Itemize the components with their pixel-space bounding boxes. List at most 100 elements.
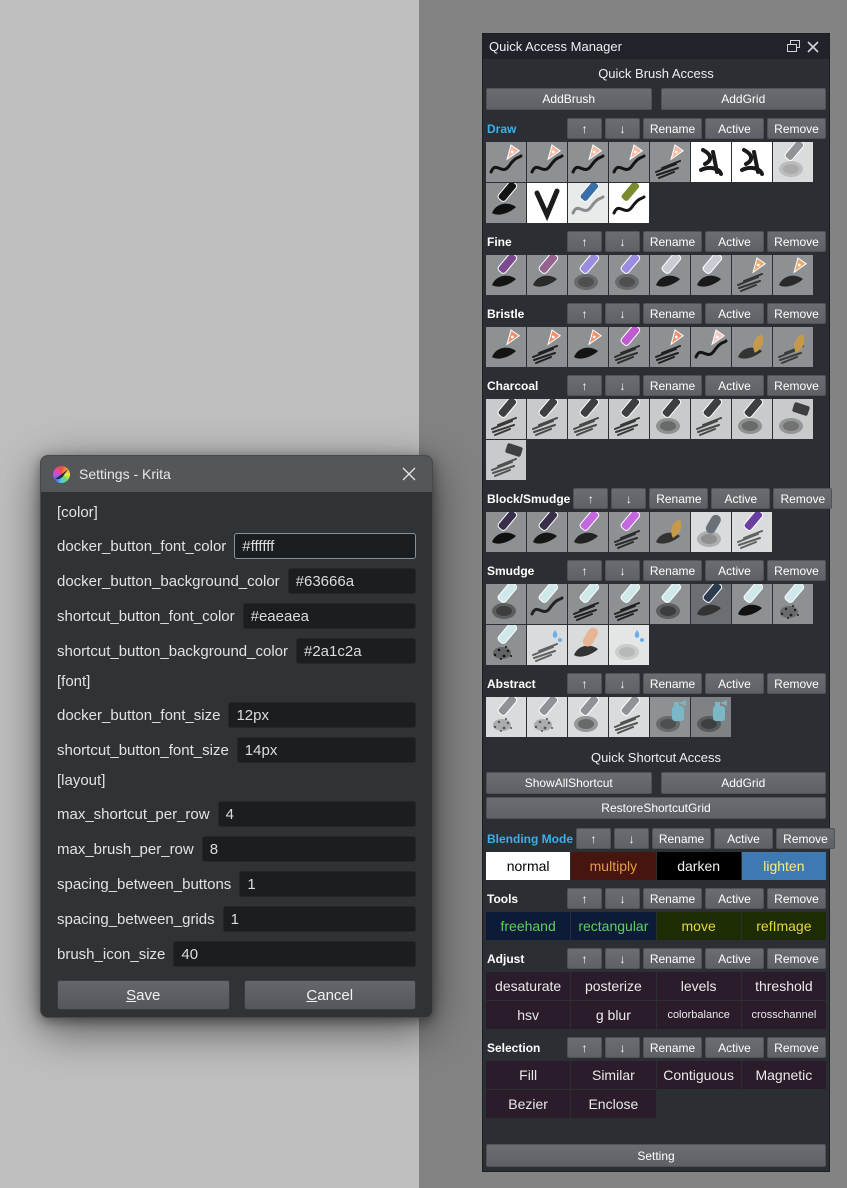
group-remove-button[interactable]: Remove xyxy=(767,375,826,396)
group-active-button[interactable]: Active xyxy=(705,673,764,694)
shortcut-button[interactable]: multiply xyxy=(571,852,656,880)
group-active-button[interactable]: Active xyxy=(711,488,771,509)
brush-tile[interactable] xyxy=(732,584,772,624)
group-active-button[interactable]: Active xyxy=(705,118,764,139)
group-active-button[interactable]: Active xyxy=(705,231,764,252)
group-active-button[interactable]: Active xyxy=(705,888,764,909)
brush-tile[interactable] xyxy=(650,512,690,552)
brush-tile[interactable] xyxy=(650,142,690,182)
brush-tile[interactable] xyxy=(691,255,731,295)
shortcut-button[interactable]: Contiguous xyxy=(656,1061,741,1089)
docker_button_font_color-input[interactable] xyxy=(234,533,416,559)
group-active-button[interactable]: Active xyxy=(705,1037,764,1058)
brush-tile[interactable] xyxy=(568,697,608,737)
shortcut_button_font_color-input[interactable] xyxy=(242,603,416,629)
shortcut-button[interactable]: g blur xyxy=(571,1001,656,1029)
add-shortcut-grid-button[interactable]: AddGrid xyxy=(660,772,826,794)
cancel-button[interactable]: Cancel xyxy=(243,980,416,1010)
group-up-button[interactable]: ↑ xyxy=(567,118,602,139)
shortcut-button[interactable]: lighten xyxy=(741,852,826,880)
brush-tile[interactable] xyxy=(732,399,772,439)
group-up-button[interactable]: ↑ xyxy=(567,375,602,396)
brush-tile[interactable] xyxy=(691,399,731,439)
group-up-button[interactable]: ↑ xyxy=(567,303,602,324)
max_shortcut_per_row-input[interactable] xyxy=(217,801,416,827)
brush-tile[interactable] xyxy=(527,399,567,439)
brush-tile[interactable] xyxy=(527,584,567,624)
group-active-button[interactable]: Active xyxy=(705,560,764,581)
brush-tile[interactable] xyxy=(650,584,690,624)
brush-tile[interactable] xyxy=(773,584,813,624)
brush-tile[interactable] xyxy=(773,399,813,439)
shortcut-button[interactable]: normal xyxy=(486,852,571,880)
shortcut-button[interactable]: Enclose xyxy=(571,1090,656,1118)
shortcut-button[interactable]: desaturate xyxy=(486,972,571,1000)
brush-tile[interactable] xyxy=(691,142,731,182)
brush-tile[interactable] xyxy=(527,625,567,665)
brush-tile[interactable] xyxy=(609,327,649,367)
brush-tile[interactable] xyxy=(609,512,649,552)
group-rename-button[interactable]: Rename xyxy=(643,375,702,396)
save-button[interactable]: Save xyxy=(57,980,230,1010)
dialog-titlebar[interactable]: Settings - Krita xyxy=(41,456,432,492)
add-brush-button[interactable]: AddBrush xyxy=(486,88,652,110)
shortcut-button[interactable]: hsv xyxy=(486,1001,571,1029)
group-rename-button[interactable]: Rename xyxy=(643,948,702,969)
group-up-button[interactable]: ↑ xyxy=(567,1037,602,1058)
dialog-close-icon[interactable] xyxy=(398,463,420,485)
group-down-button[interactable]: ↓ xyxy=(611,488,647,509)
brush-tile[interactable] xyxy=(527,255,567,295)
brush-tile[interactable] xyxy=(568,584,608,624)
brush-tile[interactable] xyxy=(486,142,526,182)
group-up-button[interactable]: ↑ xyxy=(573,488,609,509)
brush-tile[interactable] xyxy=(609,399,649,439)
restore-shortcut-grid-button[interactable]: RestoreShortcutGrid xyxy=(486,797,826,819)
docker_button_background_color-input[interactable] xyxy=(287,568,416,594)
shortcut-button[interactable]: rectangular xyxy=(571,912,656,940)
brush-tile[interactable] xyxy=(609,183,649,223)
group-up-button[interactable]: ↑ xyxy=(567,560,602,581)
float-icon[interactable] xyxy=(783,38,803,56)
brush-tile[interactable] xyxy=(609,255,649,295)
group-remove-button[interactable]: Remove xyxy=(773,488,833,509)
brush-tile[interactable] xyxy=(527,183,567,223)
spacing_between_grids-input[interactable] xyxy=(222,906,416,932)
brush-tile[interactable] xyxy=(486,697,526,737)
brush-tile[interactable] xyxy=(486,399,526,439)
group-up-button[interactable]: ↑ xyxy=(567,888,602,909)
group-remove-button[interactable]: Remove xyxy=(767,1037,826,1058)
brush-tile[interactable] xyxy=(568,327,608,367)
brush-tile[interactable] xyxy=(568,142,608,182)
brush-tile[interactable] xyxy=(773,142,813,182)
shortcut-button[interactable]: Bezier xyxy=(486,1090,571,1118)
show-all-shortcut-button[interactable]: ShowAllShortcut xyxy=(486,772,652,794)
group-down-button[interactable]: ↓ xyxy=(614,828,649,849)
shortcut-button[interactable]: move xyxy=(656,912,741,940)
group-down-button[interactable]: ↓ xyxy=(605,560,640,581)
group-up-button[interactable]: ↑ xyxy=(567,673,602,694)
brush-tile[interactable] xyxy=(486,584,526,624)
shortcut_button_background_color-input[interactable] xyxy=(296,638,416,664)
close-icon[interactable] xyxy=(803,38,823,56)
brush-tile[interactable] xyxy=(527,512,567,552)
shortcut-button[interactable]: Similar xyxy=(571,1061,656,1089)
brush-tile[interactable] xyxy=(527,697,567,737)
brush-tile[interactable] xyxy=(691,327,731,367)
group-up-button[interactable]: ↑ xyxy=(567,231,602,252)
brush_icon_size-input[interactable] xyxy=(173,941,416,967)
group-rename-button[interactable]: Rename xyxy=(643,303,702,324)
brush-tile[interactable] xyxy=(609,142,649,182)
group-active-button[interactable]: Active xyxy=(705,948,764,969)
brush-tile[interactable] xyxy=(732,255,772,295)
brush-tile[interactable] xyxy=(527,142,567,182)
shortcut-button[interactable]: threshold xyxy=(741,972,826,1000)
group-down-button[interactable]: ↓ xyxy=(605,118,640,139)
brush-tile[interactable] xyxy=(650,255,690,295)
brush-tile[interactable] xyxy=(691,512,731,552)
brush-tile[interactable] xyxy=(773,327,813,367)
add-grid-button[interactable]: AddGrid xyxy=(660,88,826,110)
group-down-button[interactable]: ↓ xyxy=(605,1037,640,1058)
brush-tile[interactable] xyxy=(732,327,772,367)
brush-tile[interactable] xyxy=(650,697,690,737)
group-remove-button[interactable]: Remove xyxy=(767,948,826,969)
